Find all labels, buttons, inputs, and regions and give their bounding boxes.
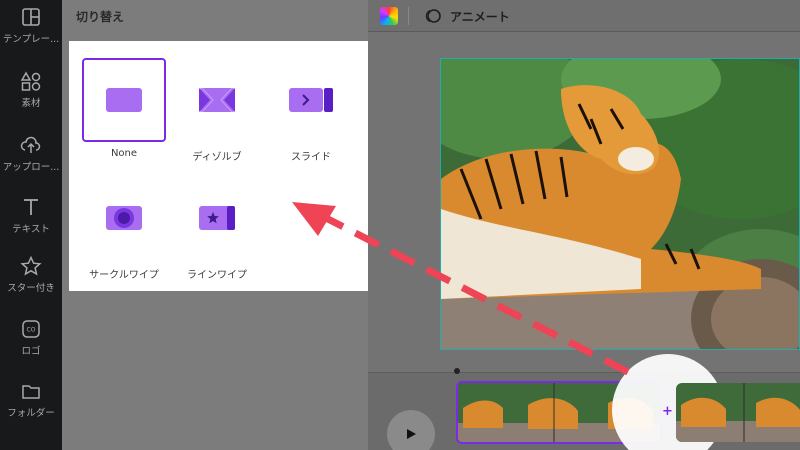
- sidebar-item-templates[interactable]: テンプレー...: [0, 6, 62, 66]
- circle-wipe-transition-icon: [106, 206, 142, 230]
- sidebar-item-label: スター付き: [7, 283, 55, 294]
- play-icon: [407, 429, 416, 439]
- timeline-clip-next[interactable]: [676, 383, 800, 442]
- sidebar-item-starred[interactable]: スター付き: [0, 255, 62, 315]
- template-icon: [22, 8, 40, 26]
- editor-toolbar: アニメート: [368, 0, 800, 32]
- sidebar-item-label: 素材: [21, 98, 41, 109]
- play-button[interactable]: [387, 410, 435, 450]
- animate-icon[interactable]: [424, 7, 442, 25]
- editor-window: テンプレー... 素材 アップロー... テキスト スター付き CO ロゴ フォ…: [0, 0, 800, 450]
- sidebar-item-logo[interactable]: CO ロゴ: [0, 318, 62, 378]
- dissolve-transition-icon: [199, 87, 235, 113]
- sidebar-item-label: テンプレー...: [2, 34, 60, 45]
- sidebar-item-label: テキスト: [12, 224, 50, 235]
- folder-icon: [22, 385, 40, 399]
- toolbar-divider: [408, 7, 409, 25]
- animate-button[interactable]: アニメート: [450, 8, 510, 25]
- sidebar-item-label: アップロー...: [2, 162, 60, 173]
- slide-transition-icon: [289, 88, 333, 112]
- transition-option-none[interactable]: None: [82, 58, 166, 159]
- tiger-photo[interactable]: [440, 58, 800, 350]
- star-icon: [20, 255, 42, 276]
- transition-option-label: ラインワイプ: [187, 270, 247, 281]
- playhead-marker[interactable]: [454, 368, 460, 374]
- elements-icon: [20, 71, 41, 91]
- color-picker-button[interactable]: [380, 7, 398, 25]
- add-transition-plus-icon[interactable]: +: [662, 404, 673, 419]
- sidebar-item-text[interactable]: テキスト: [0, 196, 62, 256]
- transition-option-dissolve[interactable]: ディゾルブ: [175, 58, 259, 163]
- transition-option-circle-wipe[interactable]: サークルワイプ: [82, 176, 166, 281]
- sidebar-item-label: ロゴ: [21, 346, 41, 357]
- transition-option-line-wipe[interactable]: ラインワイプ: [175, 176, 259, 281]
- line-wipe-transition-icon: [199, 206, 235, 230]
- transition-option-label: スライド: [291, 152, 331, 163]
- sidebar-item-label: フォルダー: [7, 408, 55, 419]
- upload-icon: [20, 136, 41, 153]
- sidebar-item-folders[interactable]: フォルダー: [0, 380, 62, 440]
- transition-option-slide[interactable]: スライド: [269, 58, 353, 163]
- panel-title: 切り替え: [76, 10, 125, 24]
- sidebar-item-uploads[interactable]: アップロー...: [0, 134, 62, 194]
- svg-text:CO: CO: [27, 327, 36, 334]
- none-transition-icon: [106, 88, 142, 112]
- logo-icon: CO: [22, 320, 40, 338]
- text-icon: [24, 199, 38, 215]
- transition-options-card: None ディゾルブ スライド サークルワイプ ラインワイプ: [69, 41, 368, 291]
- sidebar-item-elements[interactable]: 素材: [0, 70, 62, 130]
- left-sidebar: テンプレー... 素材 アップロー... テキスト スター付き CO ロゴ フォ…: [0, 0, 62, 450]
